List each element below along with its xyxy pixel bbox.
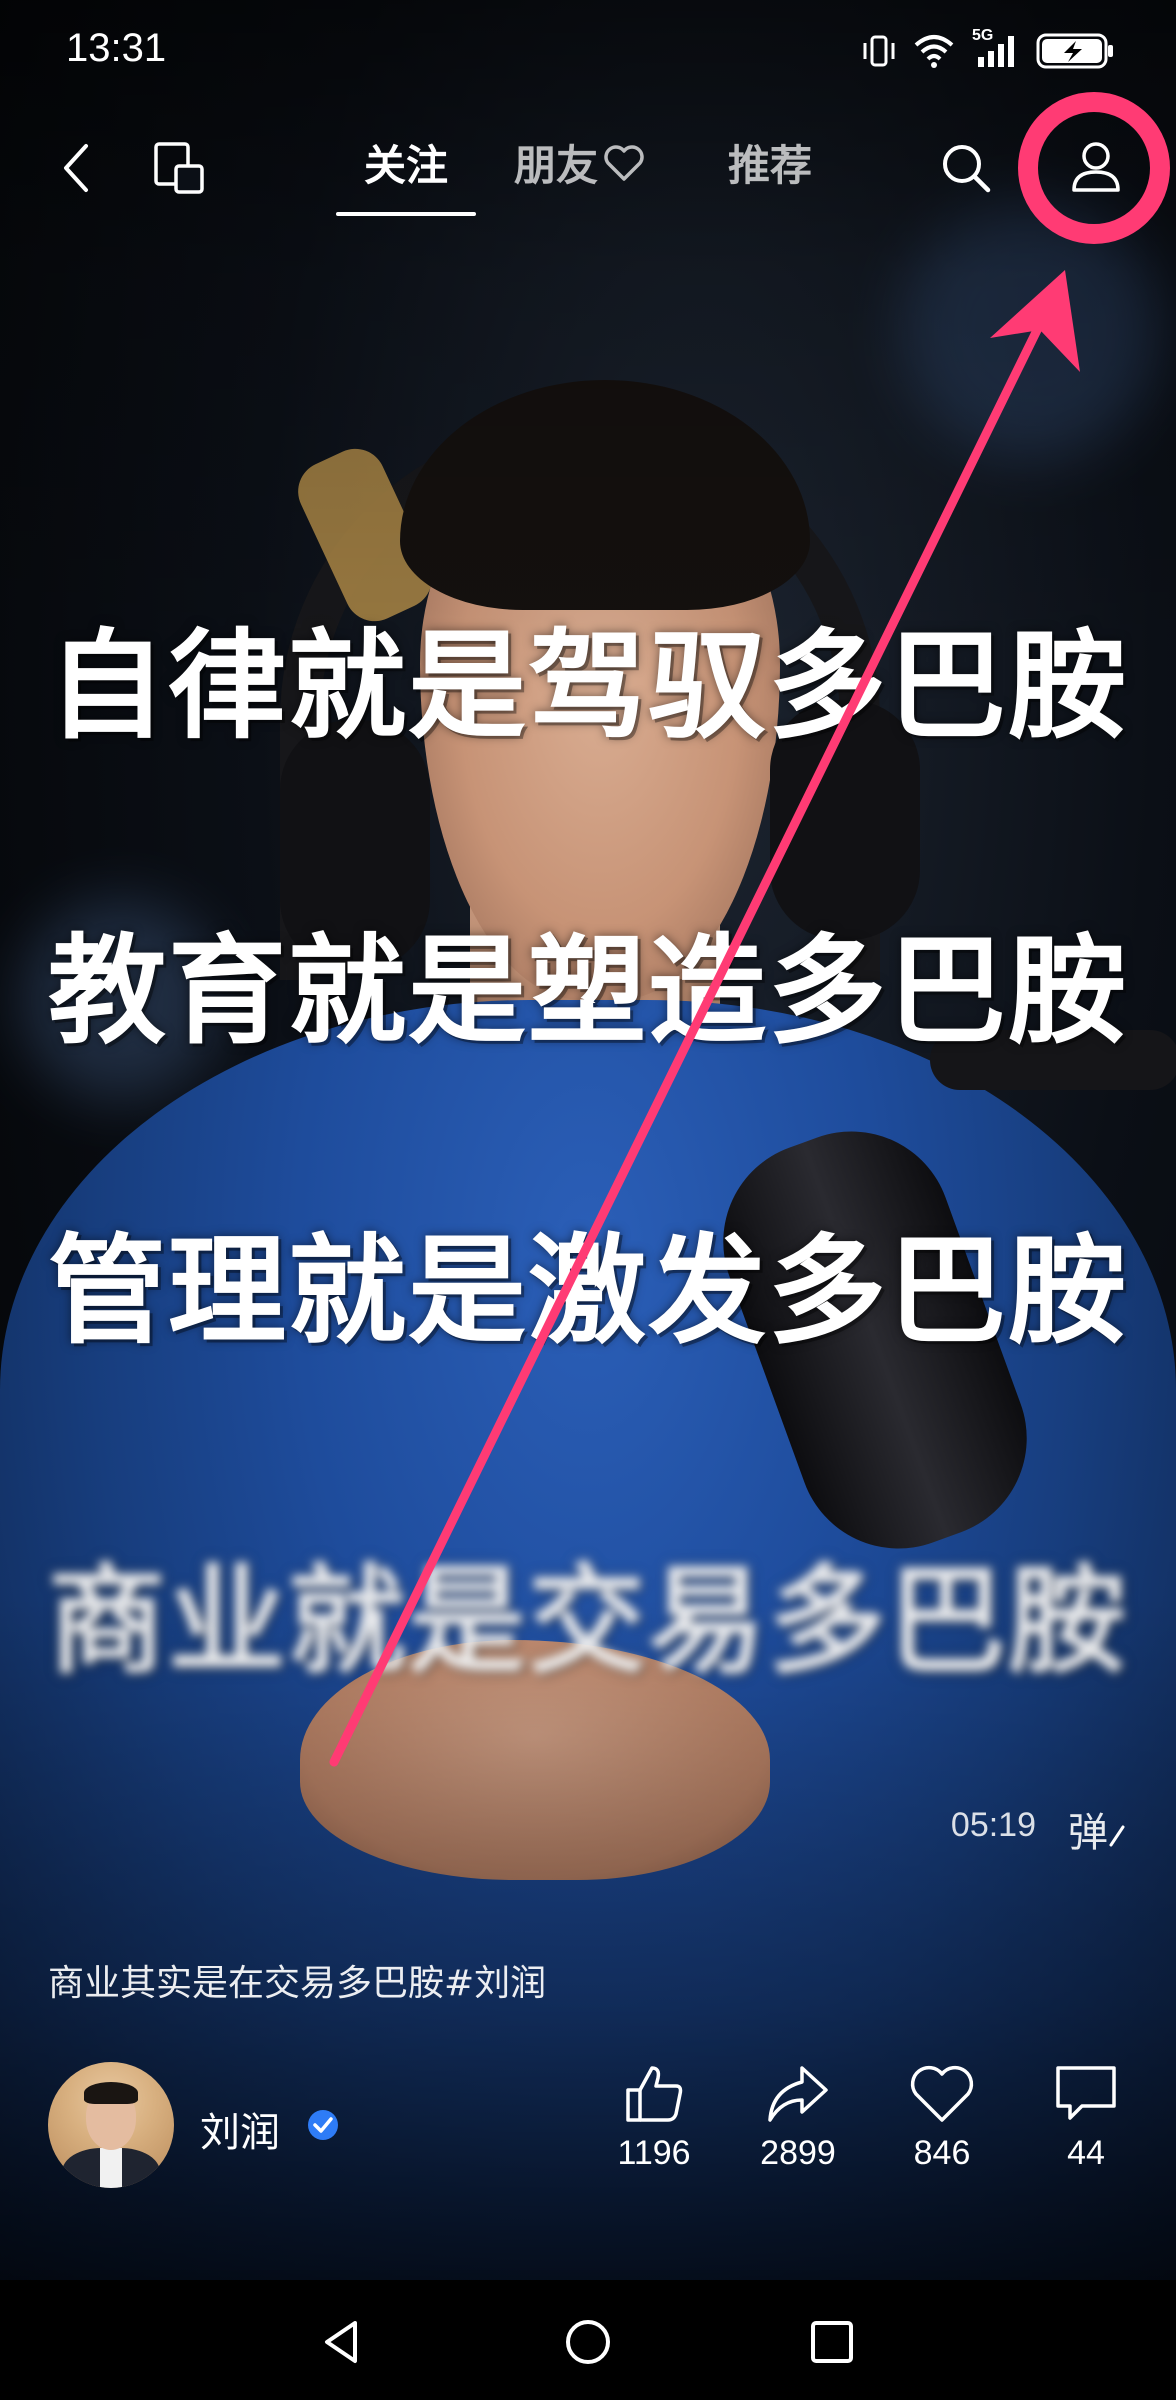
danmaku-label: 弹	[1068, 1810, 1108, 1856]
author-action-bar: 刘润 1196 2899 846 44	[0, 2050, 1176, 2210]
video-timestamp: 05:19	[950, 1806, 1036, 1844]
battery-charging-icon	[1036, 31, 1116, 71]
status-icons: 5G	[862, 27, 1116, 72]
video-caption-line: 自律就是驾驭多巴胺	[47, 617, 1128, 755]
avatar-shirt	[100, 2148, 122, 2188]
comment-count: 44	[1067, 2134, 1105, 2172]
video-caption-line: 商业就是交易多巴胺	[47, 1552, 1128, 1690]
comment-button[interactable]: 44	[1026, 2060, 1146, 2173]
home-circle-icon[interactable]	[558, 2312, 618, 2372]
comment-icon	[1026, 2060, 1146, 2128]
video-shade	[0, 0, 1176, 2280]
like-count: 1196	[617, 2134, 691, 2172]
video-caption-line: 管理就是激发多巴胺	[47, 1222, 1128, 1360]
tab-following[interactable]: 关注	[364, 136, 448, 196]
chevron-left-icon[interactable]	[46, 138, 106, 198]
author-name[interactable]: 刘润	[200, 2100, 280, 2158]
signal-icon: 5G	[972, 27, 1020, 69]
system-navigation-bar	[0, 2282, 1176, 2400]
share-count: 2899	[760, 2134, 836, 2172]
video-player[interactable]	[0, 0, 1176, 2280]
tab-friends[interactable]: 朋友	[514, 136, 646, 196]
thumbs-up-icon	[594, 2060, 714, 2128]
video-caption-line: 教育就是塑造多巴胺	[47, 922, 1128, 1060]
recents-square-icon[interactable]	[802, 2312, 862, 2372]
heart-icon	[602, 139, 646, 199]
status-bar: 13:31 5G	[0, 0, 1176, 100]
like-button[interactable]: 1196	[594, 2060, 714, 2173]
network-type-label: 5G	[972, 27, 994, 44]
favorite-count: 846	[913, 2134, 971, 2172]
video-description[interactable]: 商业其实是在交易多巴胺#刘润	[48, 1954, 546, 2006]
back-triangle-icon[interactable]	[312, 2312, 372, 2372]
avatar-hair	[84, 2082, 138, 2104]
avatar[interactable]	[48, 2062, 174, 2188]
tab-friends-label: 朋友	[514, 141, 599, 190]
danmaku-edit-icon	[1109, 1825, 1125, 1847]
vibrate-icon	[862, 33, 896, 69]
tab-recommended[interactable]: 推荐	[728, 136, 812, 196]
heart-icon	[882, 2060, 1002, 2128]
user-icon[interactable]	[1064, 134, 1128, 198]
danmaku-toggle-button[interactable]: 弹	[1068, 1800, 1126, 1858]
active-tab-indicator	[336, 212, 476, 216]
top-navigation: 关注 朋友 推荐	[0, 120, 1176, 230]
favorite-button[interactable]: 846	[882, 2060, 1002, 2173]
search-icon[interactable]	[936, 138, 996, 198]
status-time: 13:31	[66, 26, 167, 70]
share-icon	[738, 2060, 858, 2128]
verified-badge-icon	[306, 2108, 340, 2142]
share-button[interactable]: 2899	[738, 2060, 858, 2173]
multi-window-icon[interactable]	[150, 138, 210, 198]
wifi-icon	[912, 33, 956, 69]
